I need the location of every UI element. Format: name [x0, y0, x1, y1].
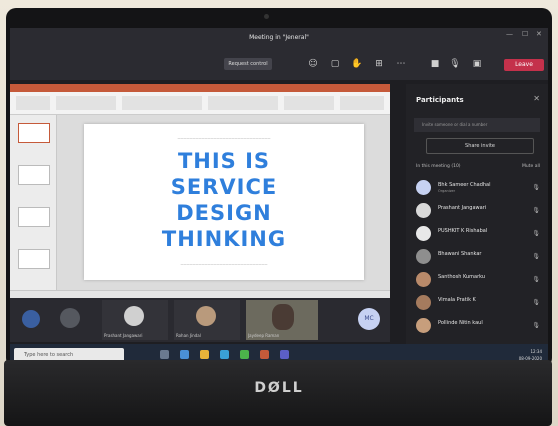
maximize-icon[interactable]: ☐	[522, 30, 528, 38]
webcam	[264, 14, 269, 19]
slide-thumbnail[interactable]	[18, 207, 50, 227]
participant-tile-name: Jaydeep Raman	[248, 333, 280, 338]
mic-icon: 🎙	[532, 322, 540, 329]
slide-heading-line: DESIGN	[176, 201, 272, 225]
ribbon-group	[122, 96, 202, 110]
slide-caption-top: ———————————————————————————————	[177, 136, 271, 140]
store-icon[interactable]	[220, 350, 229, 359]
leave-button[interactable]: Leave	[504, 59, 544, 71]
panel-title: Participants	[416, 96, 464, 104]
current-slide: ——————————————————————————————— THIS IS …	[84, 124, 364, 280]
mic-icon: 🎙	[532, 230, 540, 237]
participant-initials-avatar[interactable]: MC	[358, 308, 380, 330]
view-icon[interactable]: ⊞	[372, 58, 386, 70]
participant-row[interactable]: Bhk Sameer Chadhal Organizer 🎙	[406, 178, 548, 198]
mic-icon: 🎙	[532, 253, 540, 260]
slide-thumbnail[interactable]	[18, 123, 50, 143]
mic-icon: 🎙	[532, 299, 540, 306]
meeting-toolbar: Meeting in "Jeneral" — ☐ ✕ Request contr…	[10, 28, 548, 80]
avatar	[196, 306, 216, 326]
participant-row[interactable]: Santhosh Kumarku 🎙	[406, 270, 548, 290]
participant-tile[interactable]: Prashant Jangawari	[102, 300, 168, 340]
participant-role: Organizer	[438, 189, 456, 193]
participant-name: Prashant Jangawari	[438, 205, 487, 211]
brand-logo: DØLL	[254, 380, 304, 396]
avatar	[416, 226, 431, 241]
reactions-icon[interactable]: ✋	[350, 58, 364, 70]
participant-tile-name: Rohan Jindal	[176, 333, 201, 338]
powerpoint-icon[interactable]	[260, 350, 269, 359]
invite-search-input[interactable]: Invite someone or dial a number	[414, 118, 540, 132]
participant-row[interactable]: PUSHKIT K Rishabal 🎙	[406, 224, 548, 244]
microphone-icon[interactable]: 🎙	[448, 58, 462, 70]
avatar	[416, 318, 431, 333]
participant-name: Bhawani Shankar	[438, 251, 482, 257]
slide-caption-bottom: —————————————————————————————	[180, 262, 268, 266]
chat-icon[interactable]: ▢	[328, 58, 342, 70]
ribbon-group	[208, 96, 278, 110]
slide-heading: THIS IS SERVICE DESIGN THINKING	[84, 148, 364, 252]
ribbon-group	[340, 96, 384, 110]
video-strip: Prashant Jangawari Rohan Jindal Jaydeep …	[10, 298, 390, 342]
avatar	[416, 203, 431, 218]
mic-icon: 🎙	[532, 276, 540, 283]
meeting-title: Meeting in "Jeneral"	[249, 34, 309, 41]
participant-tile[interactable]: Rohan Jindal	[174, 300, 240, 340]
ribbon-group	[16, 96, 50, 110]
avatar	[416, 180, 431, 195]
share-screen-icon[interactable]: ▣	[470, 58, 484, 70]
participant-name: Bhk Sameer Chadhal	[438, 182, 491, 188]
participant-name: Pollinde Nitin kaul	[438, 320, 483, 326]
more-actions-icon[interactable]: ⋯	[394, 58, 408, 70]
avatar[interactable]	[60, 308, 80, 328]
laptop-screen: Meeting in "Jeneral" — ☐ ✕ Request contr…	[10, 28, 548, 366]
slide-thumbnail[interactable]	[18, 249, 50, 269]
edge-icon[interactable]	[180, 350, 189, 359]
powerpoint-ribbon	[10, 92, 390, 115]
ribbon-group	[284, 96, 334, 110]
avatar[interactable]	[22, 310, 40, 328]
people-icon[interactable]: ☺	[306, 58, 320, 70]
participant-name: PUSHKIT K Rishabal	[438, 228, 488, 234]
avatar	[416, 295, 431, 310]
participant-row[interactable]: Prashant Jangawari 🎙	[406, 201, 548, 221]
task-view-icon[interactable]	[160, 350, 169, 359]
clock-time: 12:34	[530, 349, 542, 354]
slide-heading-line: SERVICE	[170, 175, 278, 199]
participant-tile-name: Prashant Jangawari	[104, 333, 143, 338]
slide-heading-line: THIS IS	[177, 149, 271, 173]
chrome-icon[interactable]	[240, 350, 249, 359]
mute-all-button[interactable]: Mute all	[522, 164, 540, 169]
close-panel-icon[interactable]: ✕	[533, 94, 540, 103]
person-video	[272, 304, 294, 330]
participant-name: Santhosh Kumarku	[438, 274, 486, 280]
request-control-button[interactable]: Request control	[224, 58, 272, 70]
participant-video[interactable]: Jaydeep Raman	[246, 300, 318, 340]
participant-row[interactable]: Pollinde Nitin kaul 🎙	[406, 316, 548, 336]
mic-icon: 🎙	[532, 184, 540, 191]
slide-heading-line: THINKING	[161, 227, 287, 251]
slide-thumbnails	[10, 115, 57, 298]
participant-row[interactable]: Bhawani Shankar 🎙	[406, 247, 548, 267]
participant-name: Vimala Pratik K	[438, 297, 476, 303]
close-window-icon[interactable]: ✕	[536, 30, 542, 38]
avatar	[416, 272, 431, 287]
shared-screen: ——————————————————————————————— THIS IS …	[10, 84, 390, 299]
share-invite-button[interactable]: Share invite	[426, 138, 534, 154]
participants-panel: Participants ✕ Invite someone or dial a …	[406, 84, 548, 344]
powerpoint-titlebar	[10, 84, 390, 92]
in-meeting-header[interactable]: In this meeting (10)	[416, 164, 461, 169]
avatar	[124, 306, 144, 326]
slide-thumbnail[interactable]	[18, 165, 50, 185]
ribbon-group	[56, 96, 116, 110]
avatar	[416, 249, 431, 264]
minimize-icon[interactable]: —	[506, 30, 513, 38]
file-explorer-icon[interactable]	[200, 350, 209, 359]
participant-row[interactable]: Vimala Pratik K 🎙	[406, 293, 548, 313]
camera-icon[interactable]: ■	[428, 58, 442, 70]
teams-icon[interactable]	[280, 350, 289, 359]
mic-icon: 🎙	[532, 207, 540, 214]
